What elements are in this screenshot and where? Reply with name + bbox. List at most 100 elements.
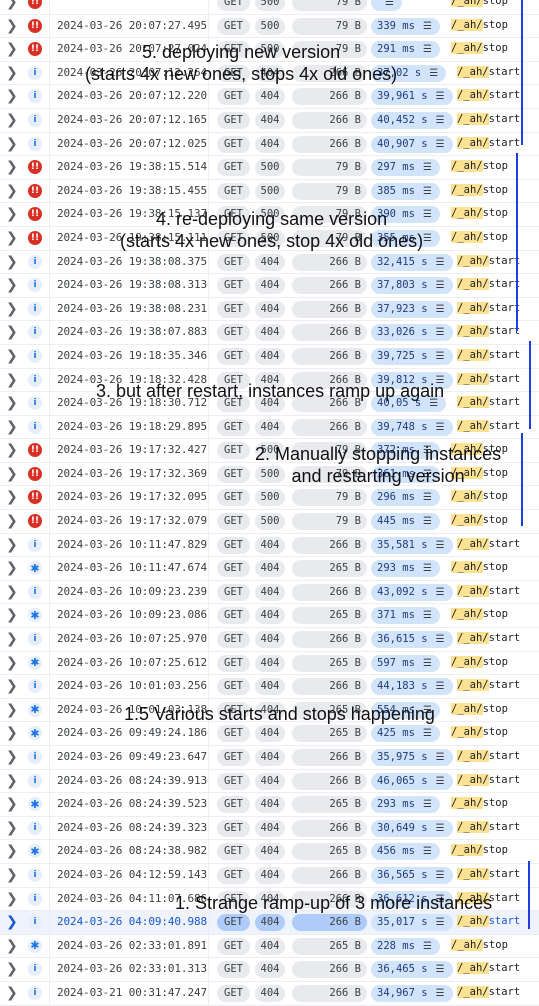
size-chip[interactable]: 265 B [292,937,367,955]
latency-chip[interactable]: 339 ms ☰ [371,17,440,35]
request-path[interactable]: /_ah/start [457,985,520,998]
size-chip[interactable]: 266 B [292,631,367,649]
request-path[interactable]: /_ah/stop [451,18,508,31]
size-chip[interactable]: 266 B [292,135,367,153]
log-row[interactable]: ❯!! 2024-03-26 19:17:32.095 GET 500 79 B 296 … [0,486,539,511]
status-chip[interactable]: 404 [255,678,285,696]
size-chip[interactable]: 266 B [292,324,367,342]
request-path[interactable]: /_ah/stop [451,490,508,503]
chevron-right-icon[interactable]: ❯ [6,608,18,622]
latency-chip[interactable]: 40,452 s ☰ [371,111,453,129]
chevron-right-icon[interactable]: ❯ [6,467,18,481]
latency-chip[interactable]: 445 ms ☰ [371,513,440,531]
chevron-right-icon[interactable]: ❯ [6,160,18,174]
status-chip[interactable]: 404 [255,961,285,979]
latency-chip[interactable]: 597 ms ☰ [371,654,440,672]
chevron-right-icon[interactable]: ❯ [6,939,18,953]
request-path[interactable]: /_ah/start [457,254,520,267]
size-chip[interactable]: 266 B [292,418,367,436]
log-row[interactable]: ❯ i 2024-03-26 19:38:08.231 GET 404 266 B 37,9… [0,297,539,322]
log-row[interactable]: ❯ i 2024-03-26 19:38:08.313 GET 404 266 B 37,8… [0,274,539,298]
log-row[interactable]: ❯ i 2024-03-26 20:07:12.025 GET 404 266 B 40,9… [0,132,539,157]
status-chip[interactable]: 404 [255,88,285,106]
request-path[interactable]: /_ah/start [457,89,520,102]
status-chip[interactable]: 404 [255,418,285,436]
chevron-right-icon[interactable]: ❯ [6,797,18,811]
log-row[interactable]: ❯!! 2024-03-26 19:38:15.514 GET 500 79 B 297 … [0,156,539,180]
chevron-right-icon[interactable]: ❯ [6,373,18,387]
size-chip[interactable]: 265 B [292,843,367,861]
request-path[interactable]: /_ah/start [457,419,520,432]
log-row[interactable]: ❯ ✱ 2024-03-26 10:11:47.674 GET 404 265 B 293 … [0,557,539,581]
size-chip[interactable]: 266 B [292,984,367,1002]
request-path[interactable]: /_ah/start [457,112,520,125]
size-chip[interactable]: 266 B [292,536,367,554]
request-path[interactable]: /_ah/start [457,750,520,762]
chevron-right-icon[interactable]: ❯ [6,750,18,764]
latency-chip[interactable]: 30,649 s ☰ [371,819,453,837]
method-chip[interactable]: GET [217,914,250,932]
status-chip[interactable]: 404 [255,583,285,601]
log-row[interactable]: ❯ ✱ 2024-03-26 09:49:24.186 GET 404 265 B 425 … [0,722,539,746]
log-row[interactable]: ❯ i 2024-03-26 09:49:23.647 GET 404 266 B 35,9… [0,746,539,770]
status-chip[interactable]: 404 [255,300,285,318]
request-path[interactable]: /_ah/stop [451,42,508,55]
method-chip[interactable]: GET [217,489,250,507]
status-chip[interactable]: 500 [255,0,285,11]
status-chip[interactable]: 500 [255,513,285,531]
chevron-right-icon[interactable]: ❯ [6,962,18,976]
status-chip[interactable]: 404 [255,819,285,837]
request-path[interactable]: /_ah/start [457,679,520,692]
request-path[interactable]: /_ah/stop [451,797,508,810]
latency-chip[interactable]: 371 ms ☰ [371,607,440,625]
method-chip[interactable]: GET [217,277,250,295]
request-path[interactable]: /_ah/stop [451,160,508,173]
request-path[interactable]: /_ah/stop [451,207,508,220]
size-chip[interactable]: 266 B [292,347,367,365]
log-row[interactable]: ❯ i 2024-03-26 10:11:47.829 GET 404 266 B 35,5… [0,533,539,558]
size-chip[interactable]: 266 B [292,772,367,790]
latency-chip[interactable]: 40,907 s ☰ [371,135,453,153]
request-path[interactable]: /_ah/start [457,915,520,928]
request-path[interactable]: /_ah/start [457,632,520,645]
status-chip[interactable]: 500 [255,489,285,507]
log-row[interactable]: ❯ i 2024-03-26 04:12:59.143 GET 404 266 B 36,5… [0,863,539,888]
size-chip[interactable]: 265 B [292,607,367,625]
method-chip[interactable]: GET [217,560,250,578]
status-chip[interactable]: 404 [255,347,285,365]
request-path[interactable]: /_ah/stop [451,514,508,527]
latency-chip[interactable]: 44,183 s ☰ [371,678,453,696]
size-chip[interactable]: 265 B [292,654,367,672]
chevron-right-icon[interactable]: ❯ [6,396,18,410]
status-chip[interactable]: 404 [255,796,285,814]
latency-chip[interactable]: 34,967 s ☰ [371,984,453,1002]
method-chip[interactable]: GET [217,17,250,35]
size-chip[interactable]: 266 B [292,866,367,884]
status-chip[interactable]: 404 [255,772,285,790]
request-path[interactable]: /_ah/start [457,348,520,361]
request-path[interactable]: /_ah/start [457,136,520,149]
status-chip[interactable]: 404 [255,654,285,672]
log-row[interactable]: ❯ i 2024-03-26 19:38:07.883 GET 404 266 B 33,0… [0,321,539,345]
size-chip[interactable]: 265 B [292,796,367,814]
log-row[interactable]: ❯ i 2024-03-26 02:33:01.313 GET 404 266 B 36,4… [0,958,539,982]
request-path[interactable]: /_ah/start [457,278,520,291]
method-chip[interactable]: GET [217,159,250,177]
latency-chip[interactable]: 36,465 s ☰ [371,961,453,979]
method-chip[interactable]: GET [217,111,250,129]
log-row[interactable]: ❯ i 2024-03-26 10:09:23.239 GET 404 266 B 43,0… [0,580,539,605]
size-chip[interactable]: 266 B [292,88,367,106]
method-chip[interactable]: GET [217,772,250,790]
method-chip[interactable]: GET [217,347,250,365]
chevron-right-icon[interactable]: ❯ [6,113,18,127]
latency-chip[interactable]: 293 ms ☰ [371,796,440,814]
log-row[interactable]: ❯ i 2024-03-26 20:07:12.220 GET 404 266 B 39,9… [0,85,539,109]
size-chip[interactable]: 79 B [292,489,367,507]
request-path[interactable]: /_ah/start [457,820,520,833]
method-chip[interactable]: GET [217,465,250,483]
method-chip[interactable]: GET [217,442,250,460]
chevron-right-icon[interactable]: ❯ [6,302,18,316]
chevron-right-icon[interactable]: ❯ [6,892,18,906]
chevron-right-icon[interactable]: ❯ [6,278,18,292]
log-row[interactable]: ❯ ✱ 2024-03-26 10:07:25.612 GET 404 265 B 597 … [0,651,539,676]
